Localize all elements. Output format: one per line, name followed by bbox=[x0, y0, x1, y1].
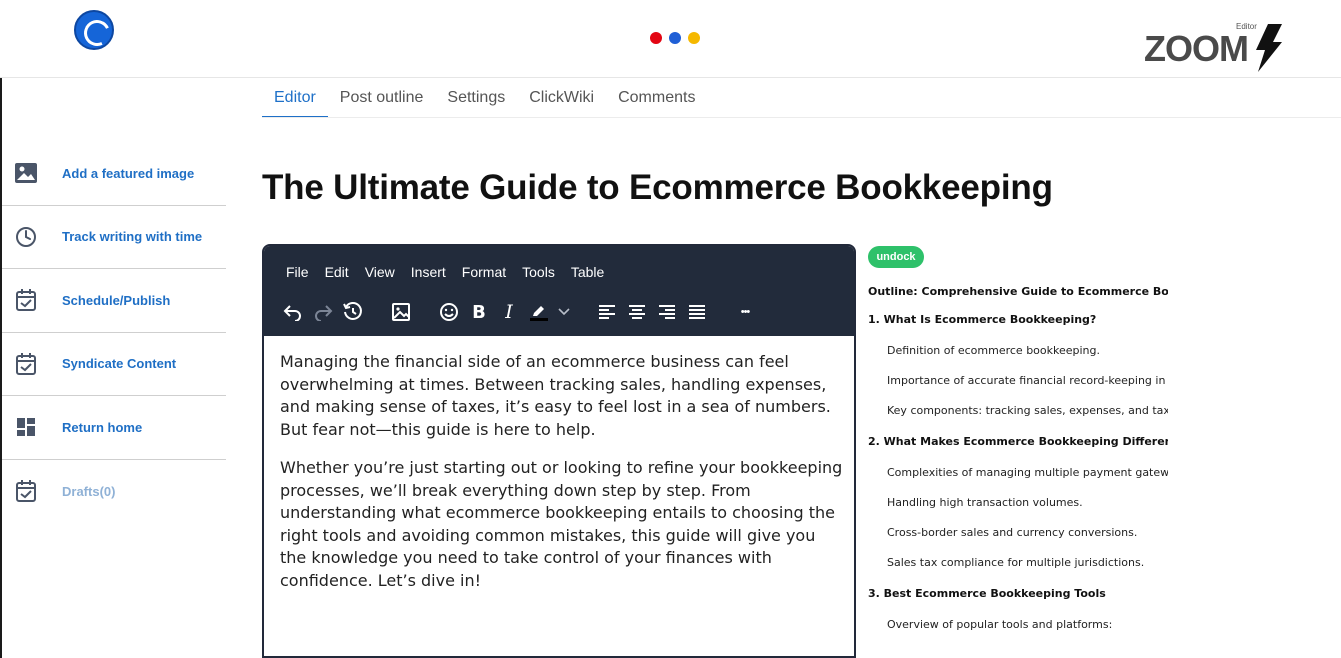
history-icon[interactable] bbox=[338, 298, 368, 326]
sidebar-item-featured-image[interactable]: Add a featured image bbox=[2, 142, 226, 206]
paragraph: Whether you’re just starting out or look… bbox=[280, 458, 843, 590]
blue-dot bbox=[669, 32, 681, 44]
menu-format[interactable]: Format bbox=[462, 264, 506, 280]
red-dot bbox=[650, 32, 662, 44]
menu-view[interactable]: View bbox=[365, 264, 395, 280]
zoom-brand-logo: ZOOM Editor bbox=[1144, 20, 1284, 72]
sidebar-item-label: Add a featured image bbox=[62, 165, 195, 181]
outline-section-heading: 2. What Makes Ecommerce Bookkeeping Diff… bbox=[868, 435, 1168, 448]
insert-image-icon[interactable] bbox=[386, 298, 416, 326]
sidebar-item-schedule-publish[interactable]: Schedule/Publish bbox=[2, 269, 226, 333]
brand-name: ZOOM bbox=[1144, 28, 1249, 69]
outline-section-heading: 1. What Is Ecommerce Bookkeeping? bbox=[868, 313, 1097, 326]
editor-toolbar: File Edit View Insert Format Tools Table bbox=[264, 246, 854, 336]
top-header: ZOOM Editor bbox=[0, 0, 1341, 78]
undo-icon[interactable] bbox=[278, 298, 308, 326]
editor-tabs: Editor Post outline Settings ClickWiki C… bbox=[262, 80, 707, 118]
emoji-icon[interactable] bbox=[434, 298, 464, 326]
dashboard-icon bbox=[14, 415, 38, 439]
sidebar-item-label: Schedule/Publish bbox=[62, 292, 171, 308]
chevron-down-icon[interactable] bbox=[554, 298, 574, 326]
yellow-dot bbox=[688, 32, 700, 44]
highlight-icon[interactable] bbox=[524, 298, 554, 326]
tab-post-outline[interactable]: Post outline bbox=[328, 80, 436, 118]
calendar-check-icon bbox=[14, 479, 38, 503]
menu-tools[interactable]: Tools bbox=[522, 264, 555, 280]
outline-item: Importance of accurate financial record-… bbox=[887, 374, 1168, 387]
outline-section-heading: 3. Best Ecommerce Bookkeeping Tools bbox=[868, 587, 1106, 600]
sidebar: Add a featured image Track writing with … bbox=[2, 142, 226, 523]
tab-settings[interactable]: Settings bbox=[435, 80, 517, 118]
tab-clickwiki[interactable]: ClickWiki bbox=[517, 80, 606, 118]
menu-edit[interactable]: Edit bbox=[325, 264, 349, 280]
outline-item: Complexities of managing multiple paymen… bbox=[887, 466, 1168, 479]
rich-text-editor: File Edit View Insert Format Tools Table bbox=[262, 244, 856, 658]
image-icon bbox=[14, 161, 38, 185]
editor-content[interactable]: Managing the financial side of an ecomme… bbox=[280, 351, 846, 608]
tabs-divider bbox=[262, 117, 1341, 118]
tab-comments[interactable]: Comments bbox=[606, 80, 707, 118]
page-title[interactable]: The Ultimate Guide to Ecommerce Bookkeep… bbox=[262, 168, 1053, 208]
sidebar-item-track-writing[interactable]: Track writing with time bbox=[2, 206, 226, 269]
editor-menubar: File Edit View Insert Format Tools Table bbox=[286, 264, 620, 280]
outline-item: Cross-border sales and currency conversi… bbox=[887, 526, 1138, 539]
outline-title: Outline: Comprehensive Guide to Ecommerc… bbox=[868, 285, 1168, 298]
redo-icon[interactable] bbox=[308, 298, 338, 326]
calendar-check-icon bbox=[14, 352, 38, 376]
formatting-tools: B I ••• bbox=[278, 298, 760, 326]
sidebar-item-return-home[interactable]: Return home bbox=[2, 396, 226, 460]
justify-icon[interactable] bbox=[682, 298, 712, 326]
outline-item: Sales tax compliance for multiple jurisd… bbox=[887, 556, 1145, 569]
outline-panel: Outline: Comprehensive Guide to Ecommerc… bbox=[868, 280, 1168, 640]
outline-item: Definition of ecommerce bookkeeping. bbox=[887, 344, 1101, 357]
calendar-check-icon bbox=[14, 288, 38, 312]
menu-insert[interactable]: Insert bbox=[411, 264, 446, 280]
outline-item: Key components: tracking sales, expenses… bbox=[887, 404, 1168, 417]
menu-table[interactable]: Table bbox=[571, 264, 604, 280]
outline-item: Overview of popular tools and platforms: bbox=[887, 618, 1113, 631]
sidebar-item-label: Track writing with time bbox=[62, 229, 203, 245]
undock-button[interactable]: undock bbox=[868, 246, 924, 268]
align-left-icon[interactable] bbox=[592, 298, 622, 326]
more-icon[interactable]: ••• bbox=[730, 298, 760, 326]
paragraph: Managing the financial side of an ecomme… bbox=[280, 352, 831, 439]
bold-button[interactable]: B bbox=[464, 298, 494, 326]
lightning-bolt-icon bbox=[1256, 24, 1282, 72]
align-right-icon[interactable] bbox=[652, 298, 682, 326]
sidebar-item-syndicate-content[interactable]: Syndicate Content bbox=[2, 333, 226, 396]
sidebar-item-label: Return home bbox=[62, 419, 143, 435]
sidebar-item-drafts[interactable]: Drafts(0) bbox=[2, 460, 226, 524]
app-logo-icon[interactable] bbox=[74, 10, 114, 50]
italic-button[interactable]: I bbox=[494, 298, 524, 326]
align-center-icon[interactable] bbox=[622, 298, 652, 326]
sidebar-item-label: Drafts(0) bbox=[62, 483, 116, 499]
tab-editor[interactable]: Editor bbox=[262, 80, 328, 118]
clock-icon bbox=[14, 225, 38, 249]
outline-item: Handling high transaction volumes. bbox=[887, 496, 1083, 509]
menu-file[interactable]: File bbox=[286, 264, 309, 280]
brand-dots bbox=[650, 32, 700, 44]
sidebar-item-label: Syndicate Content bbox=[62, 356, 177, 372]
